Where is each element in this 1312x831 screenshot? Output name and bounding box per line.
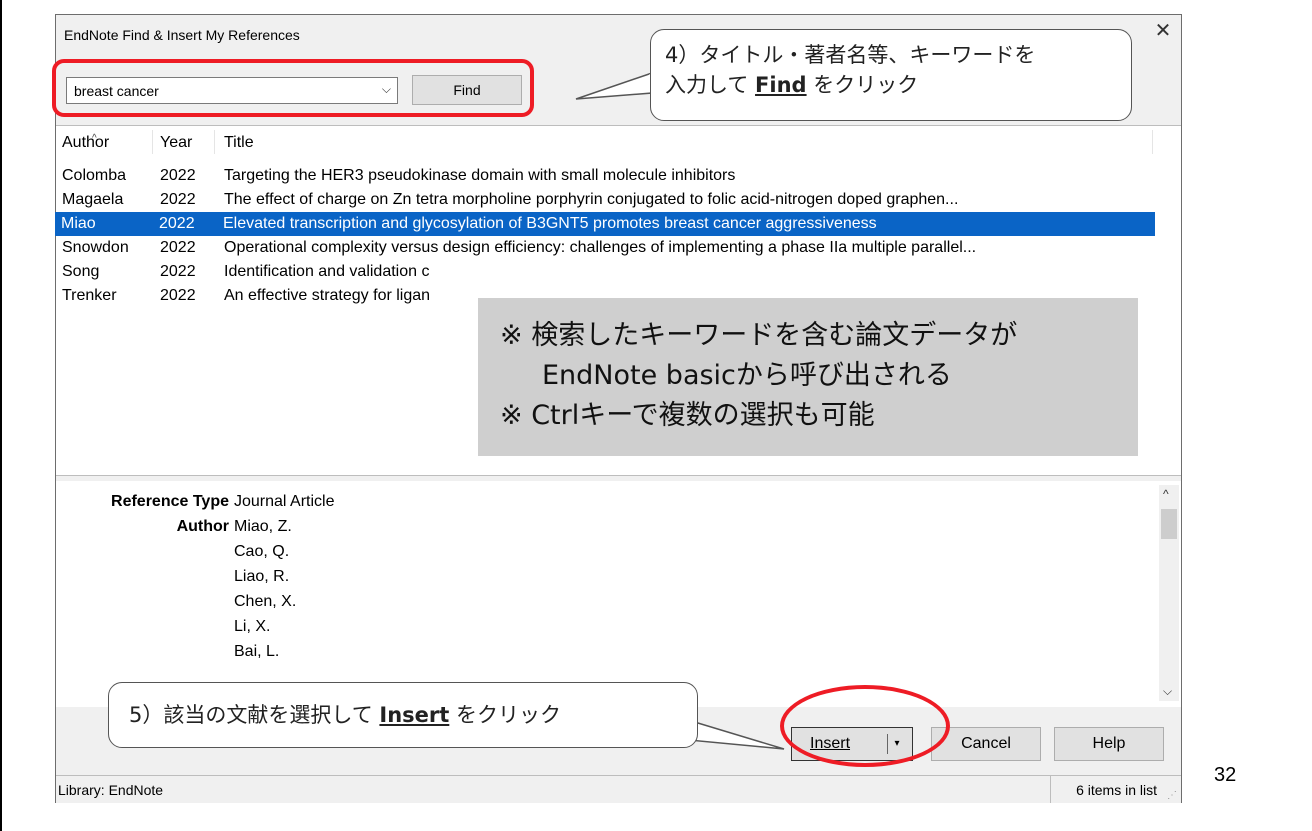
row-year: 2022	[160, 263, 196, 280]
callout-find-suffix: をクリック	[806, 73, 919, 97]
row-year: 2022	[159, 215, 195, 232]
scroll-up-icon[interactable]: ^	[1163, 487, 1169, 501]
callout-insert-suffix: をクリック	[449, 703, 561, 727]
author-value: Miao, Z.	[234, 518, 292, 535]
endnote-dialog: EndNote Find & Insert My References ✕ ⌵ …	[52, 14, 1182, 803]
row-year: 2022	[160, 191, 196, 208]
item-count: 6 items in list	[1076, 782, 1157, 798]
annotation-overlay: ※ 検索したキーワードを含む論文データが EndNote basicから呼び出さ…	[478, 298, 1138, 456]
search-combobox[interactable]: ⌵	[66, 77, 398, 104]
row-title: Targeting the HER3 pseudokinase domain w…	[224, 167, 736, 184]
author-value: Bai, L.	[234, 643, 280, 660]
author-header-label: Author	[62, 134, 110, 151]
callout-find-prefix: 入力して	[665, 73, 756, 97]
row-author: Trenker	[62, 287, 117, 304]
detail-scrollbar[interactable]: ^ ⌵	[1159, 485, 1179, 701]
find-button[interactable]: Find	[412, 75, 522, 105]
row-year: 2022	[160, 287, 196, 304]
search-input[interactable]	[67, 78, 374, 103]
column-header-year[interactable]: Year	[160, 134, 192, 152]
table-row-selected[interactable]: Miao 2022 Elevated transcription and gly…	[55, 212, 1155, 236]
status-divider	[1050, 776, 1051, 803]
table-row[interactable]: Colomba 2022 Targeting the HER3 pseudoki…	[56, 164, 1156, 188]
status-bar: Library: EndNote 6 items in list ⋰	[56, 775, 1181, 803]
reference-type-label: Reference Type	[111, 493, 229, 510]
dropdown-arrow-icon[interactable]: ▾	[887, 734, 906, 754]
column-header-author[interactable]: Author ^	[62, 133, 110, 152]
row-author: Colomba	[62, 167, 127, 184]
author-value: Liao, R.	[234, 568, 290, 585]
scroll-down-icon[interactable]: ⌵	[1163, 684, 1172, 699]
reference-list: Author ^ Year Title Colomba 2022 Targetin…	[55, 125, 1181, 476]
row-author: Magaela	[62, 191, 124, 208]
cancel-button[interactable]: Cancel	[931, 727, 1041, 761]
callout-find-line2: 入力して Find をクリック	[665, 70, 1117, 100]
author-label: Author	[176, 518, 229, 535]
insert-instruction-callout: 5）該当の文献を選択して Insert をクリック	[108, 682, 698, 748]
row-author: Snowdon	[62, 239, 129, 256]
row-title: Identification and validation c	[224, 263, 430, 280]
callout-pointer	[575, 71, 653, 100]
table-row[interactable]: Snowdon 2022 Operational complexity vers…	[56, 236, 1156, 260]
author-value: Cao, Q.	[234, 543, 290, 560]
insert-button[interactable]: Insert ▾	[791, 727, 913, 761]
author-value: Li, X.	[234, 618, 271, 635]
scroll-thumb[interactable]	[1161, 509, 1177, 539]
reference-type-value: Journal Article	[234, 493, 335, 510]
row-author: Song	[62, 263, 100, 280]
row-title: The effect of charge on Zn tetra morphol…	[224, 191, 959, 208]
overlay-line1: ※ 検索したキーワードを含む論文データが	[500, 320, 1018, 351]
resize-grip-icon[interactable]: ⋰	[1167, 790, 1177, 801]
insert-button-label: Insert	[810, 735, 851, 752]
list-header: Author ^ Year Title	[56, 126, 1181, 156]
dialog-title: EndNote Find & Insert My References	[64, 27, 300, 43]
sort-caret-icon: ^	[92, 133, 97, 144]
chevron-down-icon[interactable]: ⌵	[382, 82, 391, 97]
callout-find-line1: 4）タイトル・著者名等、キーワードを	[665, 43, 1036, 67]
help-button[interactable]: Help	[1054, 727, 1164, 761]
reference-detail-pane: Reference Type Journal Article Author Mi…	[56, 481, 1181, 707]
find-instruction-callout: 4）タイトル・著者名等、キーワードを 入力して Find をクリック	[650, 29, 1132, 121]
row-author: Miao	[61, 215, 96, 232]
overlay-line3: ※ Ctrlキーで複数の選択も可能	[500, 400, 875, 431]
callout-find-bold: Find	[755, 73, 807, 97]
close-icon[interactable]: ✕	[1151, 19, 1175, 43]
column-divider[interactable]	[214, 130, 215, 154]
overlay-line2: EndNote basicから呼び出される	[542, 360, 952, 391]
table-row[interactable]: Magaela 2022 The effect of charge on Zn …	[56, 188, 1156, 212]
row-year: 2022	[160, 167, 196, 184]
column-divider[interactable]	[152, 130, 153, 154]
column-divider[interactable]	[1152, 130, 1153, 154]
library-status: Library: EndNote	[58, 782, 164, 798]
table-row[interactable]: Song 2022 Identification and validation …	[56, 260, 1156, 284]
row-title: Elevated transcription and glycosylation…	[223, 215, 877, 232]
search-highlight: ⌵ Find	[52, 59, 534, 117]
page-number: 32	[1214, 764, 1237, 786]
column-header-title[interactable]: Title	[224, 134, 254, 152]
callout-insert-bold: Insert	[379, 703, 450, 727]
row-year: 2022	[160, 239, 196, 256]
author-value: Chen, X.	[234, 593, 297, 610]
callout-insert-prefix: 5）該当の文献を選択して	[129, 703, 380, 727]
row-title: Operational complexity versus design eff…	[224, 239, 977, 256]
